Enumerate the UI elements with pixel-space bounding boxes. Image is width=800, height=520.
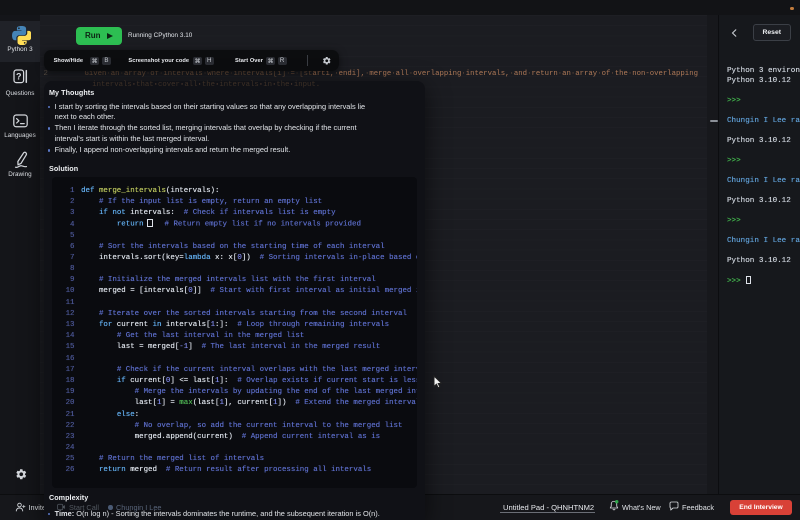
svg-text:?: ? xyxy=(16,71,22,81)
